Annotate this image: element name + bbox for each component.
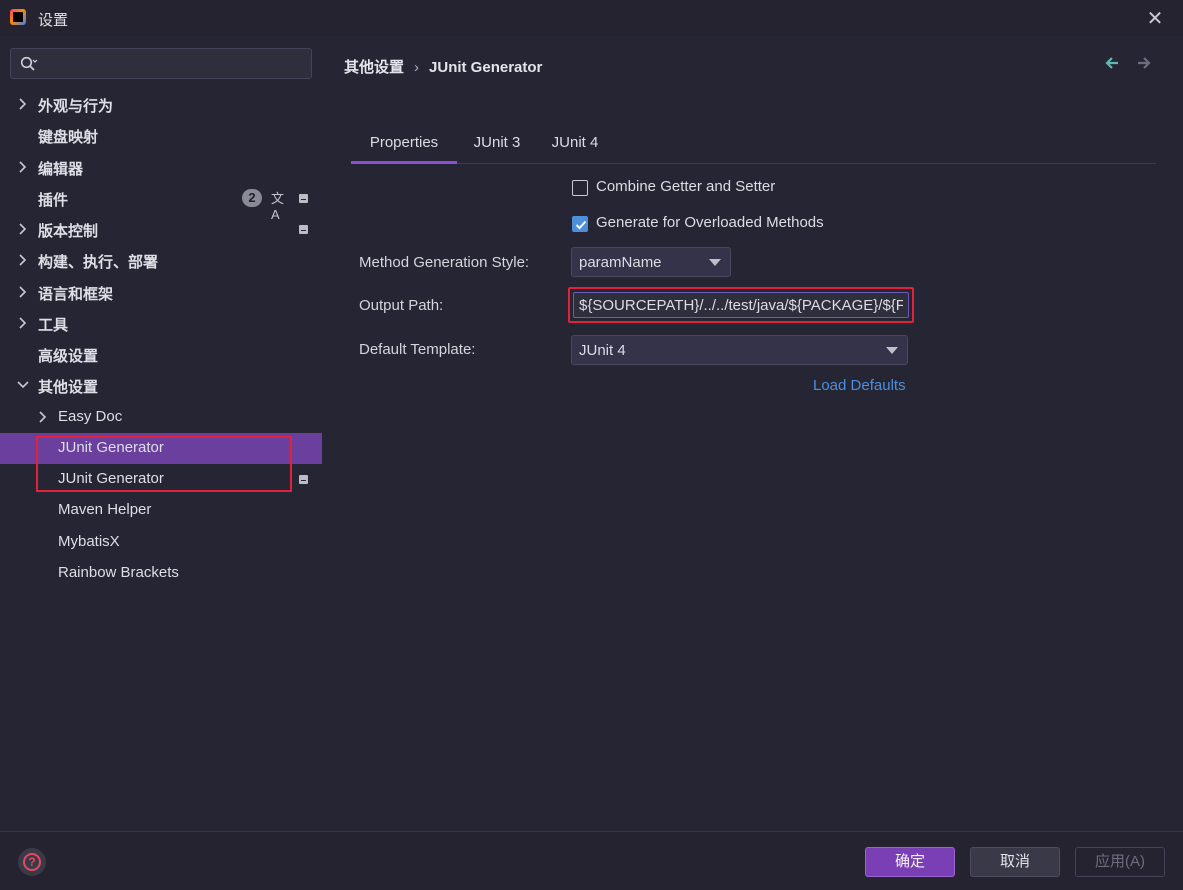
help-icon: ? <box>23 853 41 871</box>
checkbox-label: Generate for Overloaded Methods <box>596 214 824 231</box>
window-title: 设置 <box>38 12 69 29</box>
sidebar-item-label: MybatisX <box>58 533 120 550</box>
sidebar-item-easy-doc[interactable]: Easy Doc <box>0 402 322 433</box>
breadcrumb-separator: › <box>414 59 420 76</box>
sidebar-item-label: 其他设置 <box>38 379 99 396</box>
sidebar-item-tools[interactable]: 工具 <box>0 308 322 339</box>
sidebar-item-label: 构建、执行、部署 <box>38 254 159 271</box>
tab-junit-3[interactable]: JUnit 3 <box>461 125 533 164</box>
sidebar-item-label: 键盘映射 <box>38 129 99 146</box>
sidebar-item-label: 高级设置 <box>38 348 99 365</box>
sidebar-item-plugins[interactable]: 插件 2 文A <box>0 183 322 222</box>
load-defaults-link[interactable]: Load Defaults <box>813 377 906 394</box>
checkmark-icon <box>575 220 587 230</box>
dropdown-value: paramName <box>579 254 662 271</box>
sidebar-item-label: 外观与行为 <box>38 98 114 115</box>
chevron-right-icon[interactable] <box>17 285 29 299</box>
intellij-app-icon <box>10 9 26 25</box>
default-template-label: Default Template: <box>359 341 476 358</box>
chevron-right-icon[interactable] <box>17 222 29 236</box>
sidebar-item-label: 插件 <box>38 192 69 209</box>
dropdown-value: JUnit 4 <box>579 342 626 359</box>
help-button[interactable]: ? <box>18 848 46 876</box>
update-count-badge: 2 <box>242 189 262 207</box>
sidebar-item-build[interactable]: 构建、执行、部署 <box>0 245 322 276</box>
method-style-dropdown[interactable]: paramName <box>571 247 731 277</box>
dropdown-arrow-icon <box>709 259 721 266</box>
generate-overloaded-option[interactable]: Generate for Overloaded Methods <box>572 213 872 235</box>
back-arrow-icon[interactable] <box>1104 54 1120 72</box>
checkbox-label: Combine Getter and Setter <box>596 178 776 195</box>
tab-junit-4[interactable]: JUnit 4 <box>539 125 611 164</box>
search-icon <box>20 56 38 71</box>
tab-bar: Properties JUnit 3 JUnit 4 <box>351 125 1156 164</box>
project-level-icon <box>299 194 308 203</box>
sidebar-item-keymap[interactable]: 键盘映射 <box>0 120 322 151</box>
search-box[interactable] <box>10 48 312 79</box>
sidebar-item-languages[interactable]: 语言和框架 <box>0 277 322 308</box>
sidebar-item-label: Easy Doc <box>58 408 123 425</box>
output-path-label: Output Path: <box>359 297 444 314</box>
combine-getter-setter-checkbox[interactable] <box>572 180 588 196</box>
combine-getter-setter-option[interactable]: Combine Getter and Setter <box>572 177 832 199</box>
chevron-right-icon[interactable] <box>37 410 49 424</box>
chevron-down-icon[interactable] <box>17 378 29 392</box>
sidebar-item-label: 语言和框架 <box>38 286 114 303</box>
project-level-icon <box>299 475 308 484</box>
chevron-right-icon[interactable] <box>17 160 29 174</box>
sidebar-item-version-control[interactable]: 版本控制 <box>0 214 322 245</box>
close-icon[interactable]: ✕ <box>1143 6 1167 30</box>
sidebar-item-label: Maven Helper <box>58 501 152 518</box>
sidebar-item-editor[interactable]: 编辑器 <box>0 152 322 183</box>
breadcrumb-current: JUnit Generator <box>429 59 543 76</box>
sidebar-item-label: 版本控制 <box>38 223 99 240</box>
search-input[interactable] <box>43 53 303 75</box>
tab-properties[interactable]: Properties <box>351 125 457 164</box>
breadcrumb: 其他设置 › JUnit Generator <box>344 56 542 77</box>
sidebar-item-label: 工具 <box>38 317 69 334</box>
sidebar-item-maven-helper[interactable]: Maven Helper <box>0 495 322 526</box>
default-template-dropdown[interactable]: JUnit 4 <box>571 335 908 365</box>
translate-icon: 文A <box>271 191 285 222</box>
breadcrumb-parent[interactable]: 其他设置 <box>344 59 404 76</box>
project-level-icon <box>299 225 308 234</box>
apply-button[interactable]: 应用(A) <box>1075 847 1165 877</box>
sidebar-item-label: Rainbow Brackets <box>58 564 179 581</box>
cancel-button[interactable]: 取消 <box>970 847 1060 877</box>
sidebar-item-other-settings[interactable]: 其他设置 <box>0 370 322 401</box>
output-path-input[interactable] <box>573 292 909 318</box>
forward-arrow-icon[interactable] <box>1136 54 1152 72</box>
sidebar-item-mybatisx[interactable]: MybatisX <box>0 527 322 558</box>
sidebar-item-label: 编辑器 <box>38 161 84 178</box>
title-bar: 设置 ✕ <box>0 0 1183 36</box>
settings-sidebar: 外观与行为 键盘映射 编辑器 插件 2 文A 版本控制 构建、执行、部署 语言和… <box>0 36 322 831</box>
dialog-footer: ? 确定 取消 应用(A) <box>0 831 1183 890</box>
chevron-right-icon[interactable] <box>17 253 29 267</box>
generate-overloaded-checkbox[interactable] <box>572 216 588 232</box>
ok-button[interactable]: 确定 <box>865 847 955 877</box>
sidebar-item-advanced[interactable]: 高级设置 <box>0 339 322 370</box>
chevron-right-icon[interactable] <box>17 97 29 111</box>
settings-content: 其他设置 › JUnit Generator Properties JUnit 3 … <box>322 36 1183 831</box>
sidebar-item-rainbow-brackets[interactable]: Rainbow Brackets <box>0 558 322 589</box>
highlight-frame-junit-items <box>36 436 292 492</box>
dropdown-arrow-icon <box>886 347 898 354</box>
chevron-right-icon[interactable] <box>17 316 29 330</box>
method-style-label: Method Generation Style: <box>359 254 530 271</box>
sidebar-item-appearance[interactable]: 外观与行为 <box>0 89 322 120</box>
highlight-frame-output-path <box>568 287 914 323</box>
